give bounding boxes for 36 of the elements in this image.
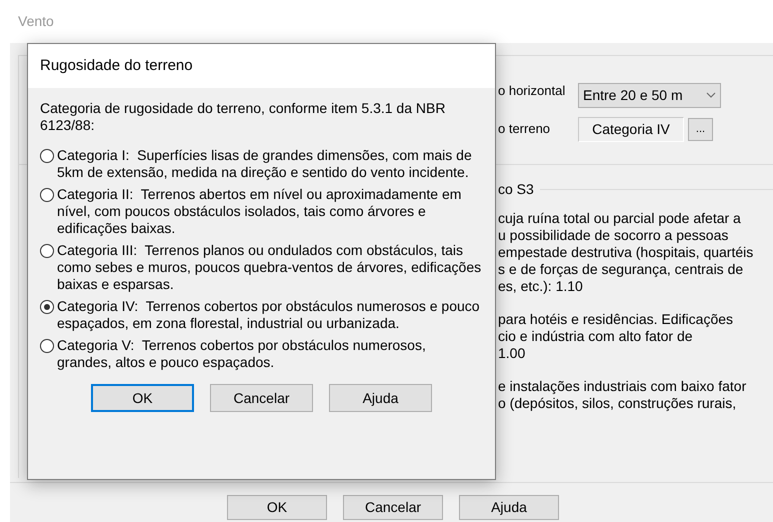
dialog-button[interactable]: OK	[227, 495, 327, 520]
window-title: Vento	[18, 12, 54, 31]
browse-button[interactable]: ...	[688, 118, 713, 140]
text-line: u possibilidade de socorro a pessoas	[498, 227, 730, 244]
text-line: para hotéis e residências. Edificações	[498, 311, 734, 328]
dialog-button[interactable]: OK	[91, 384, 194, 412]
text-line: es, etc.): 1.10	[498, 278, 584, 295]
radio-button[interactable]	[40, 188, 54, 202]
field-label: o terreno	[498, 120, 552, 138]
radio-button[interactable]	[40, 300, 54, 314]
intro-text: Categoria de rugosidade do terreno, conforme item 5.3.1 da NBR 6123/88:	[40, 100, 446, 134]
dropdown[interactable]: Entre 20 e 50 m	[578, 82, 721, 108]
radio-label[interactable]: Categoria III: Terrenos planos ou ondulados com obstáculos, tais como sebes e muros, poucos quebra-ventos de árvores, edificações baixas e esparsas.	[57, 242, 483, 293]
field-label: o horizontal	[498, 82, 566, 100]
text-line: empestade destrutiva (hospitais, quartéis	[498, 244, 754, 261]
radio-label[interactable]: Categoria I: Superfícies lisas de grandes dimensões, com mais de 5km de extensão, medida na direção e sentido do vento incidente.	[57, 147, 483, 181]
dialog-button[interactable]: Ajuda	[329, 384, 432, 412]
text-line: s e de forças de segurança, centrais de	[498, 261, 744, 278]
radio-label[interactable]: Categoria IV: Terrenos cobertos por obstáculos numerosos e pouco espaçados, em zona florestal, industrial ou urbanizada.	[57, 298, 483, 332]
text-line: 1.00	[498, 345, 526, 362]
text-field[interactable]: Categoria IV	[578, 116, 684, 142]
group-title: co S3	[498, 180, 534, 199]
radio-button[interactable]	[40, 244, 54, 258]
text-line: cuja ruína total ou parcial pode afetar a	[498, 210, 742, 227]
dialog-button[interactable]: Cancelar	[210, 384, 313, 412]
radio-label[interactable]: Categoria V: Terrenos cobertos por obstáculos numerosos, grandes, altos e pouco espaçados.	[57, 337, 483, 371]
radio-button[interactable]	[40, 149, 54, 163]
text-line: o (depósitos, silos, construções rurais,	[498, 395, 738, 412]
chevron-down-icon	[706, 92, 716, 98]
dialog-button[interactable]: Cancelar	[343, 495, 443, 520]
dialog-button[interactable]: Ajuda	[459, 495, 559, 520]
dialog-title: Rugosidade do terreno	[40, 56, 193, 76]
text-line: e instalações industriais com baixo fator	[498, 378, 748, 395]
text-line: cio e indústria com alto fator de	[498, 328, 694, 345]
radio-button[interactable]	[40, 339, 54, 353]
radio-label[interactable]: Categoria II: Terrenos abertos em nível ou aproximadamente em nível, com poucos obstáculos isolados, tais como árvores e edificações baixas.	[57, 186, 483, 237]
